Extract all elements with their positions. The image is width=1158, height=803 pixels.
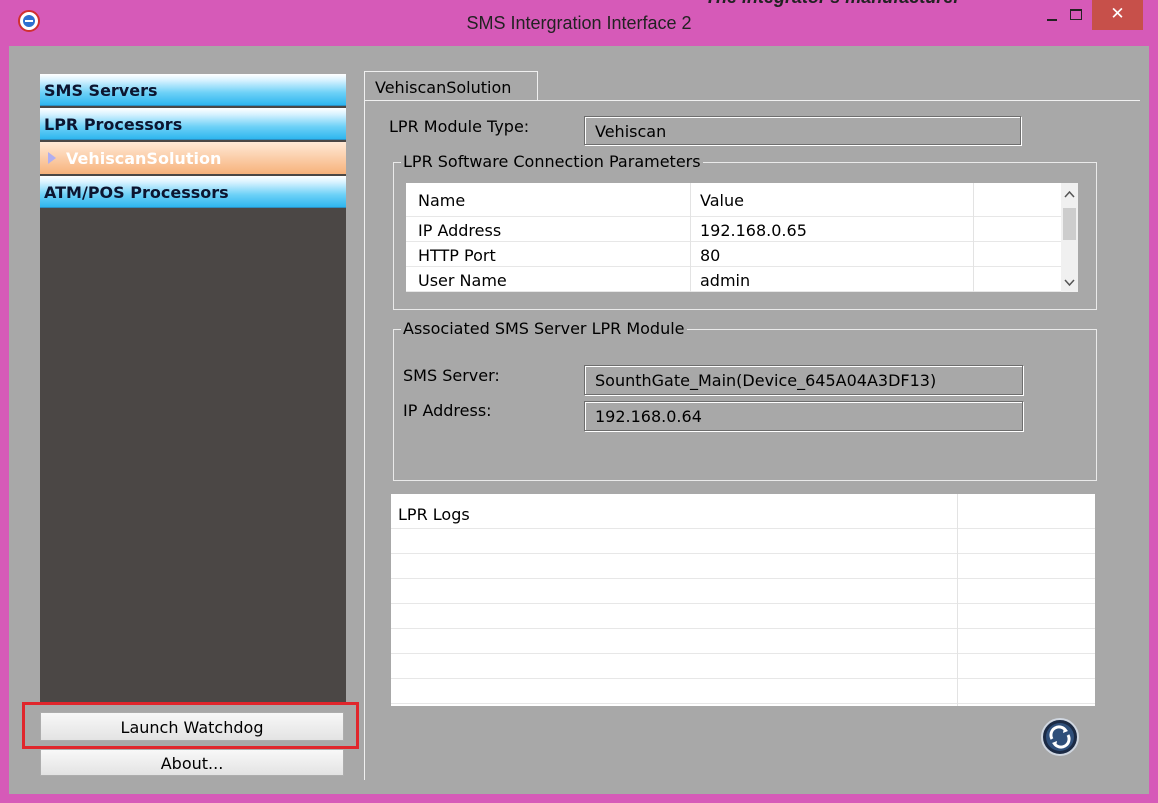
maximize-icon	[1070, 9, 1082, 20]
column-divider	[957, 494, 958, 706]
nav-item-atm-pos-processors[interactable]: ATM/POS Processors	[40, 176, 346, 208]
maximize-button[interactable]	[1062, 0, 1092, 30]
table-row[interactable]: HTTP Port 80	[406, 242, 1061, 267]
log-row[interactable]	[391, 579, 1095, 604]
grid-header-row: Name Value	[406, 183, 1061, 217]
ip-address-field: 192.168.0.64	[584, 401, 1023, 431]
sms-server-label: SMS Server:	[403, 366, 500, 385]
logs-header-row: LPR Logs	[391, 494, 1095, 529]
window-title: SMS Intergration Interface 2	[466, 13, 692, 33]
expand-arrow-icon	[48, 152, 56, 164]
lpr-module-type-label: LPR Module Type:	[389, 117, 530, 136]
column-divider	[973, 183, 974, 292]
param-name: IP Address	[418, 221, 502, 240]
lpr-module-type-field: Vehiscan	[584, 116, 1021, 145]
title-bar[interactable]: The integrator's manufacturer SMS Interg…	[0, 0, 1158, 46]
param-name: HTTP Port	[418, 246, 496, 265]
close-icon: ✕	[1110, 4, 1125, 24]
scroll-down-icon[interactable]	[1064, 279, 1075, 287]
navigation-panel: SMS Servers LPR Processors VehiscanSolut…	[40, 74, 346, 702]
tab-label: VehiscanSolution	[375, 78, 512, 97]
minimize-icon	[1047, 19, 1057, 21]
log-row[interactable]	[391, 604, 1095, 629]
nav-item-label: LPR Processors	[44, 115, 183, 134]
log-row[interactable]	[391, 529, 1095, 554]
nav-item-label: VehiscanSolution	[66, 149, 222, 168]
log-row[interactable]	[391, 554, 1095, 579]
grid-scrollbar[interactable]	[1061, 183, 1078, 292]
highlight-box	[22, 702, 359, 749]
lpr-logs-grid[interactable]: LPR Logs	[391, 494, 1095, 706]
scrollbar-thumb[interactable]	[1063, 208, 1076, 240]
nav-item-vehiscansolution[interactable]: VehiscanSolution	[40, 142, 346, 174]
log-row[interactable]	[391, 654, 1095, 679]
about-button[interactable]: About...	[40, 749, 344, 776]
log-row[interactable]	[391, 679, 1095, 704]
scroll-up-icon[interactable]	[1064, 190, 1075, 198]
overflow-caption: The integrator's manufacturer	[705, 0, 960, 8]
table-row[interactable]: IP Address 192.168.0.65	[406, 217, 1061, 242]
log-row[interactable]	[391, 629, 1095, 654]
nav-item-lpr-processors[interactable]: LPR Processors	[40, 108, 346, 140]
column-header-name[interactable]: Name	[418, 183, 465, 216]
column-header-value[interactable]: Value	[700, 183, 744, 216]
logs-header[interactable]: LPR Logs	[398, 494, 470, 528]
app-window: The integrator's manufacturer SMS Interg…	[0, 0, 1158, 803]
refresh-icon[interactable]	[1040, 717, 1080, 757]
close-button[interactable]: ✕	[1092, 0, 1143, 30]
table-row[interactable]: User Name admin	[406, 267, 1061, 292]
ip-address-label: IP Address:	[403, 401, 492, 420]
nav-item-label: SMS Servers	[44, 81, 158, 100]
param-name: User Name	[418, 271, 507, 290]
param-value[interactable]: admin	[700, 267, 750, 291]
connection-parameters-grid[interactable]: Name Value IP Address 192.168.0.65 HTTP …	[406, 183, 1078, 292]
associated-server-title: Associated SMS Server LPR Module	[401, 319, 687, 338]
param-value[interactable]: 192.168.0.65	[700, 217, 807, 241]
sms-server-field: SounthGate_Main(Device_645A04A3DF13)	[584, 365, 1023, 395]
tab-vehiscansolution[interactable]: VehiscanSolution	[364, 71, 538, 101]
nav-item-sms-servers[interactable]: SMS Servers	[40, 74, 346, 106]
nav-item-label: ATM/POS Processors	[44, 183, 229, 202]
connection-parameters-title: LPR Software Connection Parameters	[401, 152, 703, 171]
column-divider	[690, 183, 691, 292]
param-value[interactable]: 80	[700, 242, 720, 266]
